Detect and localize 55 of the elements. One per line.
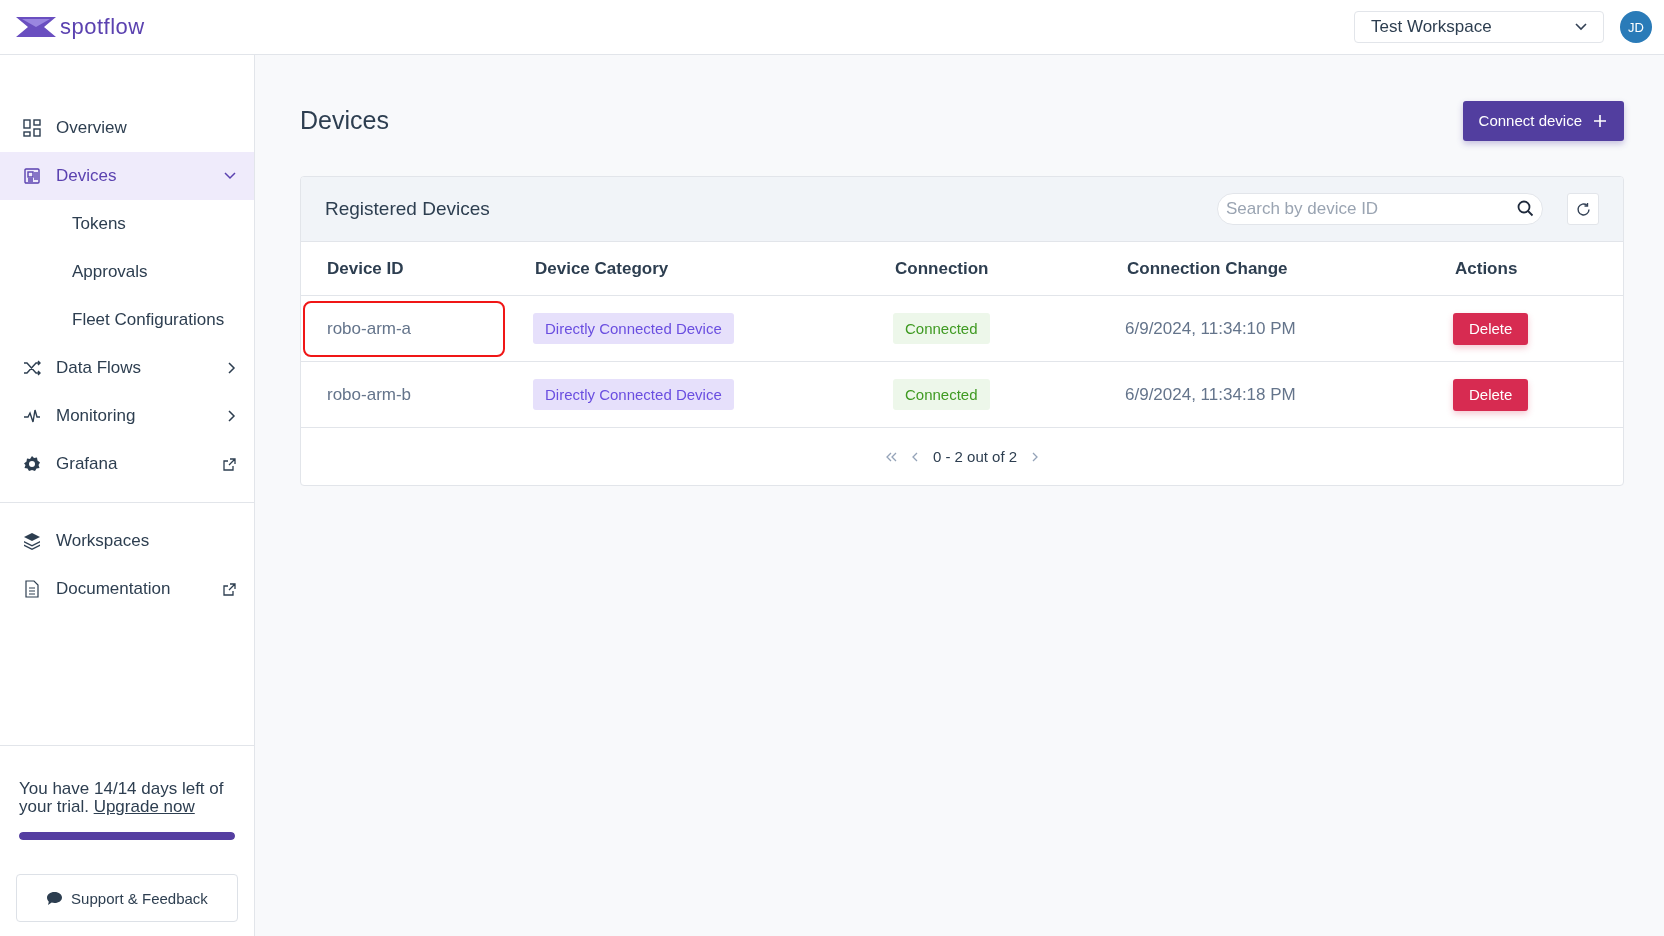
sidebar-item[interactable]: Grafana xyxy=(0,440,254,488)
column-header: Connection xyxy=(894,258,990,279)
document-icon xyxy=(23,580,41,598)
sidebar-subitem[interactable]: Approvals xyxy=(0,248,254,296)
sidebar-subitem[interactable]: Tokens xyxy=(0,200,254,248)
card-title: Registered Devices xyxy=(325,198,491,220)
device-id-cell-text: robo-arm-b xyxy=(326,383,413,406)
search-field[interactable]: Search by device ID xyxy=(1217,193,1543,225)
first-page-icon[interactable] xyxy=(885,451,898,462)
connect-device-button[interactable]: Connect device xyxy=(1462,100,1624,141)
upgrade-link[interactable]: Upgrade now xyxy=(93,797,195,816)
status-tag: Connected xyxy=(893,379,990,410)
next-page-icon[interactable] xyxy=(1031,451,1039,462)
status-tag: Connected xyxy=(893,313,990,344)
column-header: Actions xyxy=(1454,258,1519,279)
pulse-icon xyxy=(23,407,41,425)
page-title: Devices xyxy=(300,106,389,135)
chip-icon xyxy=(23,167,41,185)
device-id-cell: robo-arm-a xyxy=(303,300,505,357)
support-button[interactable]: Support & Feedback xyxy=(16,874,238,922)
sidebar-item[interactable]: Devices xyxy=(0,152,254,200)
chevron-down-icon xyxy=(1575,23,1587,31)
external-link-icon xyxy=(223,582,236,596)
column-header: Connection Change xyxy=(1126,258,1289,279)
grid-icon xyxy=(23,119,41,137)
shuffle-icon xyxy=(23,359,41,377)
gear-icon xyxy=(23,455,41,473)
layers-icon xyxy=(23,532,41,550)
trial-message: You have 14/14 days left of your trial. Upgrade now xyxy=(19,780,225,816)
sidebar-item[interactable]: Documentation xyxy=(0,565,254,613)
user-avatar[interactable]: JD xyxy=(1620,11,1652,43)
sidebar-item[interactable]: Workspaces xyxy=(0,517,254,565)
brand-name: spotflow xyxy=(60,14,145,40)
chat-bubble-icon xyxy=(46,890,64,906)
logo-icon xyxy=(16,17,56,37)
plus-icon xyxy=(1594,114,1606,127)
search-icon xyxy=(1517,200,1534,217)
sidebar-subitem[interactable]: Fleet Configurations xyxy=(0,296,254,344)
timestamp-cell: 6/9/2024, 11:34:18 PM xyxy=(1125,384,1296,404)
sidebar-item[interactable]: Overview xyxy=(0,104,254,152)
sidebar-item[interactable]: Data Flows xyxy=(0,344,254,392)
refresh-icon xyxy=(1575,201,1591,217)
category-tag: Directly Connected Device xyxy=(533,313,734,344)
timestamp-cell: 6/9/2024, 11:34:10 PM xyxy=(1125,318,1296,338)
sidebar-item[interactable]: Monitoring xyxy=(0,392,254,440)
external-link-icon xyxy=(223,457,236,471)
column-header: Device ID xyxy=(326,258,405,279)
refresh-button[interactable] xyxy=(1567,193,1599,225)
workspace-select[interactable]: Test Workspace xyxy=(1354,11,1604,43)
delete-button[interactable]: Delete xyxy=(1453,312,1529,345)
column-header: Device Category xyxy=(534,258,670,279)
pagination-text: 0 - 2 out of 2 xyxy=(932,448,1018,465)
previous-page-icon[interactable] xyxy=(911,451,919,462)
delete-button[interactable]: Delete xyxy=(1453,378,1529,411)
category-tag: Directly Connected Device xyxy=(533,379,734,410)
